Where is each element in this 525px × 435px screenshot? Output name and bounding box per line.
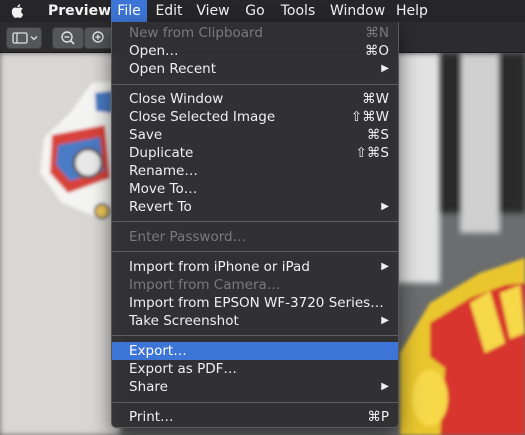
menu-item-print[interactable]: Print… ⌘P — [112, 408, 398, 426]
menu-item-rename[interactable]: Rename… — [112, 162, 398, 180]
menu-item-open-recent[interactable]: Open Recent ▶ — [112, 60, 398, 78]
menu-item-duplicate[interactable]: Duplicate ⇧⌘S — [112, 144, 398, 162]
zoom-in-icon — [92, 31, 104, 43]
submenu-arrow-icon: ▶ — [381, 201, 389, 212]
menu-item-export[interactable]: Export… — [112, 342, 398, 360]
menu-item-revert-to[interactable]: Revert To ▶ — [112, 198, 398, 216]
menu-edit[interactable]: Edit — [153, 0, 185, 22]
submenu-arrow-icon: ▶ — [381, 315, 389, 326]
sidebar-icon — [12, 32, 38, 44]
menu-help[interactable]: Help — [396, 0, 428, 22]
menu-item-take-screenshot[interactable]: Take Screenshot ▶ — [112, 312, 398, 330]
sidebar-toggle-button[interactable] — [6, 27, 42, 49]
menu-separator — [112, 84, 398, 85]
menu-item-import-from-iphone[interactable]: Import from iPhone or iPad ▶ — [112, 258, 398, 276]
preview-window: Preview File Edit View Go Tools Window H… — [0, 0, 525, 435]
menu-item-open[interactable]: Open… ⌘O — [112, 42, 398, 60]
menu-item-save[interactable]: Save ⌘S — [112, 126, 398, 144]
menu-item-import-from-camera: Import from Camera… — [129, 277, 281, 293]
submenu-arrow-icon: ▶ — [381, 381, 389, 392]
menu-separator — [112, 402, 398, 403]
file-menu: New from Clipboard ⌘N Open… ⌘O Open Rece… — [111, 22, 399, 428]
menu-item-enter-password: Enter Password… — [129, 229, 247, 245]
submenu-arrow-icon: ▶ — [381, 261, 389, 272]
menu-item-close-selected-image[interactable]: Close Selected Image ⇧⌘W — [112, 108, 398, 126]
menu-item-close-window[interactable]: Close Window ⌘W — [112, 90, 398, 108]
menu-separator — [112, 221, 398, 222]
menu-window[interactable]: Window — [330, 0, 385, 22]
menu-separator — [112, 251, 398, 252]
menu-item-import-from-epson[interactable]: Import from EPSON WF-3720 Series… — [112, 294, 398, 312]
app-menu-preview[interactable]: Preview — [48, 0, 111, 22]
menu-item-new-from-clipboard: New from Clipboard ⌘N — [129, 25, 389, 41]
menu-item-move-to[interactable]: Move To… — [112, 180, 398, 198]
zoom-out-button[interactable] — [52, 27, 84, 49]
menu-bar: Preview File Edit View Go Tools Window H… — [0, 0, 525, 22]
menu-separator — [112, 335, 398, 336]
zoom-in-button[interactable] — [84, 27, 114, 49]
zoom-out-icon — [61, 31, 75, 45]
menu-view[interactable]: View — [196, 0, 230, 22]
menu-go[interactable]: Go — [243, 0, 267, 22]
apple-menu-icon[interactable] — [10, 3, 26, 19]
menu-tools[interactable]: Tools — [278, 0, 318, 22]
submenu-arrow-icon: ▶ — [381, 63, 389, 74]
menu-item-export-as-pdf[interactable]: Export as PDF… — [112, 360, 398, 378]
menu-item-share[interactable]: Share ▶ — [112, 378, 398, 396]
menu-file[interactable]: File — [111, 0, 147, 22]
